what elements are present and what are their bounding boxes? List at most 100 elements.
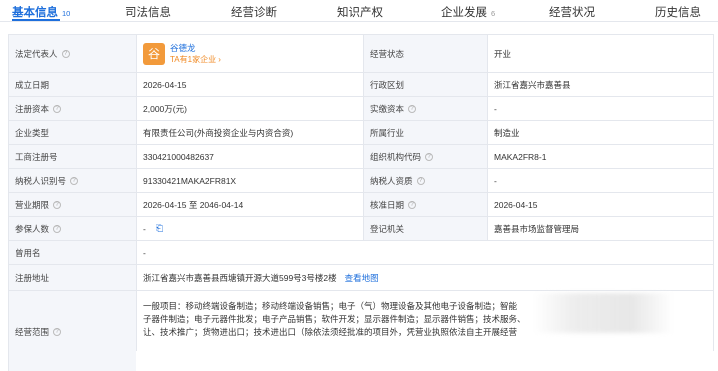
status-label: 经营状态 [363,35,487,72]
table-row: 经营范围? 一般项目：移动终端设备制造；移动终端设备销售；电子（气）物理设备及其… [8,287,714,371]
help-icon[interactable]: ? [408,104,417,113]
tab-count: 6 [491,9,496,18]
tax-id-value: 91330421MAKA2FR81X [136,169,363,192]
value-text: - [143,247,146,258]
blur-overlay [533,293,673,333]
tax-qual-label: 纳税人资质? [363,169,487,192]
value-text: 浙江省嘉兴市嘉善县 [494,79,571,90]
region-value: 浙江省嘉兴市嘉善县 [487,73,714,96]
approve-date-label: 核准日期? [363,193,487,216]
label-text: 成立日期 [15,79,50,90]
avatar[interactable]: 谷 [143,42,165,65]
label-text: 纳税人资质 [370,175,413,186]
legal-rep-value: 谷 谷德龙 TA有1家企业 › [136,35,363,72]
region-label: 行政区划 [363,73,487,96]
legal-rep-companies-link[interactable]: TA有1家企业 › [170,54,221,66]
trend-chart-icon[interactable]: ⎗ [156,223,163,234]
scope-line: 一般项目：移动终端设备制造；移动终端设备销售；电子（气）物理设备及其他电子设备制… [143,300,518,311]
table-row: 工商注册号 330421000482637 组织机构代码? MAKA2FR8-1 [8,145,714,169]
help-icon[interactable]: ? [53,104,62,113]
industry-value: 制造业 [487,121,714,144]
org-code-value: MAKA2FR8-1 [487,145,714,168]
tab-label: 知识产权 [337,7,383,19]
help-icon[interactable]: ? [53,327,62,336]
help-icon[interactable]: ? [70,176,79,185]
former-name-value: - [136,241,714,264]
label-text: 注册资本 [15,103,50,114]
value-text: 330421000482637 [143,151,214,162]
est-date-value: 2026-04-15 [136,73,363,96]
value-text: 2026-04-15 [143,79,187,90]
tab-history[interactable]: 历史信息 [655,4,701,20]
table-row: 纳税人识别号? 91330421MAKA2FR81X 纳税人资质? - [8,169,714,193]
scope-line: 让、技术推广；货物进出口；技术进出口（除依法须经批准的项目外，凭营业执照依法自主… [143,326,518,337]
label-text: 经营状态 [370,48,405,59]
biz-reg-no-label: 工商注册号 [8,145,136,168]
paid-capital-label: 实缴资本? [363,97,487,120]
help-icon[interactable]: ? [61,49,70,58]
tab-intellectual-property[interactable]: 知识产权 [337,4,383,20]
label-text: 工商注册号 [15,151,58,162]
reg-capital-label: 注册资本? [8,97,136,120]
table-row: 成立日期 2026-04-15 行政区划 浙江省嘉兴市嘉善县 [8,73,714,97]
label-text: 所属行业 [370,127,405,138]
former-name-label: 曾用名 [8,241,136,264]
term-value: 2026-04-15 至 2046-04-14 [136,193,363,216]
label-text: 经营范围 [15,326,50,337]
value-text: 2026-04-15 至 2046-04-14 [143,199,244,210]
table-row: 企业类型 有限责任公司(外商投资企业与内资合资) 所属行业 制造业 [8,121,714,145]
help-icon[interactable]: ? [425,152,434,161]
value-text: 2,000万(元) [143,103,187,114]
tab-company-development[interactable]: 企业发展 6 [441,4,495,20]
address-label: 注册地址 [8,265,136,290]
value-text: - [494,175,497,186]
help-icon[interactable]: ? [53,200,62,209]
tab-business-diagnosis[interactable]: 经营诊断 [231,4,277,20]
help-icon[interactable]: ? [53,224,62,233]
table-row: 曾用名 - [8,241,714,265]
view-map-link[interactable]: 查看地图 [345,272,379,284]
label-text: 曾用名 [15,247,41,258]
tab-label: 企业发展 [441,7,487,19]
status-value: 开业 [487,35,714,72]
company-type-value: 有限责任公司(外商投资企业与内资合资) [136,121,363,144]
tab-label: 司法信息 [125,7,171,19]
company-type-label: 企业类型 [8,121,136,144]
legal-rep-name-link[interactable]: 谷德龙 [170,42,221,54]
label-text: 行政区划 [370,79,405,90]
value-text: 2026-04-15 [494,199,538,210]
help-icon[interactable]: ? [408,200,417,209]
authority-value: 嘉善县市场监督管理局 [487,217,714,240]
active-tab-indicator [12,19,60,21]
label-text: 实缴资本 [370,103,405,114]
tab-count: 10 [62,9,71,18]
tab-label: 经营状况 [549,7,595,19]
paid-capital-value: - [487,97,714,120]
value-text: 嘉善县市场监督管理局 [494,223,580,234]
value-text: 浙江省嘉兴市嘉善县西塘镇开源大道599号3号楼2楼 [143,272,337,283]
label-text: 组织机构代码 [370,151,422,162]
tax-id-label: 纳税人识别号? [8,169,136,192]
tab-label: 经营诊断 [231,7,277,19]
table-row: 参保人数? - ⎗ 登记机关 嘉善县市场监督管理局 [8,217,714,241]
term-label: 营业期限? [8,193,136,216]
org-code-label: 组织机构代码? [363,145,487,168]
authority-label: 登记机关 [363,217,487,240]
tab-judicial-info[interactable]: 司法信息 [125,4,171,20]
tab-basic-info[interactable]: 基本信息 10 [12,4,70,20]
value-text: MAKA2FR8-1 [494,151,547,162]
label-text: 注册地址 [15,272,50,283]
value-text: 有限责任公司(外商投资企业与内资合资) [143,127,294,138]
value-text: - [494,103,497,114]
tab-label: 历史信息 [655,7,701,19]
legal-rep-label: 法定代表人? [8,35,136,72]
label-text: 参保人数 [15,223,50,234]
approve-date-value: 2026-04-15 [487,193,714,216]
label-text: 法定代表人 [15,48,58,59]
est-date-label: 成立日期 [8,73,136,96]
tab-label: 基本信息 [12,7,58,19]
scope-line: 子器件制造；电子元器件批发；电子产品销售；软件开发；显示器件制造；显示器件销售；… [143,313,526,324]
label-text: 核准日期 [370,199,405,210]
help-icon[interactable]: ? [416,176,425,185]
tab-business-status[interactable]: 经营状况 [549,4,595,20]
